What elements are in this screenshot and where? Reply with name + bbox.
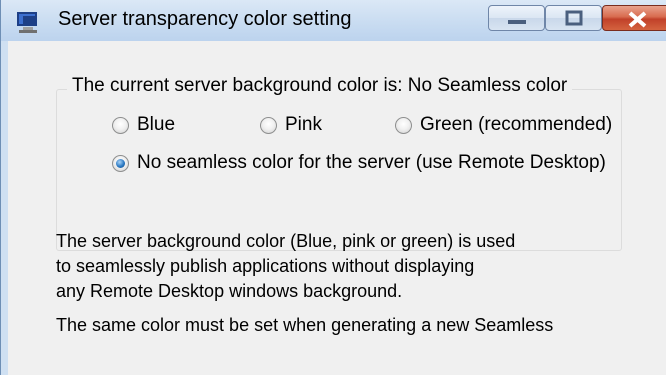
minimize-icon — [508, 20, 526, 24]
description-line-1: The server background color (Blue, pink … — [56, 231, 516, 251]
radio-green[interactable]: Green (recommended) — [395, 114, 612, 136]
description-line-2: to seamlessly publish applications witho… — [56, 256, 475, 276]
minimize-button[interactable] — [488, 5, 545, 31]
radio-no-seamless-label: No seamless color for the server (use Re… — [137, 152, 606, 173]
radio-blue[interactable]: Blue — [112, 114, 175, 136]
app-icon — [17, 12, 41, 34]
close-button[interactable] — [602, 5, 666, 31]
radio-pink-label: Pink — [285, 114, 322, 135]
dialog-client-area: The current server background color is: … — [8, 41, 666, 375]
description-line-3: any Remote Desktop windows background. — [56, 281, 403, 301]
radio-pink[interactable]: Pink — [260, 114, 322, 136]
close-icon — [628, 11, 647, 28]
radio-green-circle[interactable] — [395, 116, 412, 134]
group-legend: The current server background color is: … — [67, 75, 573, 97]
window-title: Server transparency color setting — [58, 8, 352, 30]
dialog-window: Server transparency color setting The cu… — [0, 0, 666, 375]
background-color-group: The current server background color is: … — [56, 75, 622, 251]
radio-blue-label: Blue — [137, 114, 176, 135]
maximize-icon — [565, 10, 583, 26]
radio-no-seamless-circle[interactable] — [112, 154, 129, 172]
title-bar[interactable]: Server transparency color setting — [1, 0, 666, 41]
description-line-4: The same color must be set when generati… — [56, 315, 554, 335]
radio-no-seamless[interactable]: No seamless color for the server (use Re… — [112, 152, 606, 174]
radio-blue-circle[interactable] — [112, 116, 129, 134]
radio-green-label: Green (recommended) — [420, 114, 613, 135]
radio-pink-circle[interactable] — [260, 116, 277, 134]
maximize-button[interactable] — [545, 5, 602, 31]
